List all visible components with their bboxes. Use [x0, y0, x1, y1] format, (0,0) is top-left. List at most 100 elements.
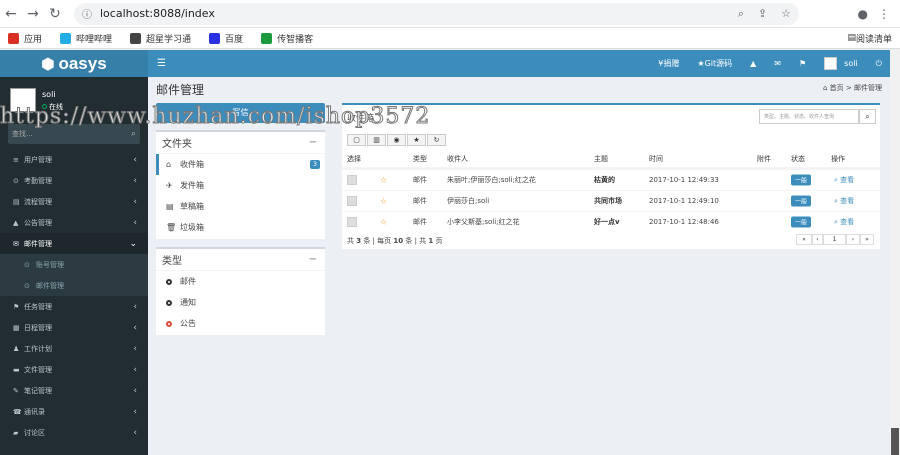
- view-link[interactable]: ⌕ 查看: [834, 217, 854, 227]
- sidebar-item[interactable]: ▰ 讨论区 ‹: [0, 422, 148, 443]
- sidebar-item-label: 讨论区: [24, 428, 45, 437]
- row-checkbox[interactable]: [347, 196, 357, 206]
- bookmark-icon: [261, 32, 273, 44]
- type-item[interactable]: 邮件: [156, 271, 325, 292]
- donate-link[interactable]: ¥捐赠: [658, 58, 679, 69]
- sidebar-toggle-icon[interactable]: ☰: [157, 58, 166, 69]
- circle-icon: [166, 278, 172, 285]
- folder-item[interactable]: ▤ 草稿箱: [156, 196, 325, 217]
- back-icon[interactable]: ←: [0, 6, 22, 22]
- sidebar-item-icon: ✉: [13, 239, 19, 248]
- sidebar-item[interactable]: ▬ 文件管理 ‹: [0, 359, 148, 380]
- row-subject[interactable]: 枯黄的: [594, 175, 615, 185]
- table-row[interactable]: ☆ 邮件 朱丽叶;伊丽莎白;soli;红之花 枯黄的 2017-10-1 12:49:3…: [342, 169, 880, 190]
- type-item[interactable]: 通知: [156, 292, 325, 313]
- row-subject[interactable]: 共同市场: [594, 196, 622, 206]
- sidebar-item[interactable]: ▤ 流程管理 ‹: [0, 191, 148, 212]
- next-page-button[interactable]: ›: [846, 234, 860, 245]
- page-number-input[interactable]: 1: [823, 234, 846, 245]
- bookmark-item[interactable]: 哔哩哔哩: [60, 32, 112, 45]
- table-row[interactable]: ☆ 邮件 伊丽莎白;soli 共同市场 2017-10-1 12:49:10 一般 ⌕ 查看: [342, 190, 880, 211]
- view-link[interactable]: ⌕ 查看: [834, 175, 854, 185]
- sidebar-item[interactable]: ≡ 用户管理 ‹: [0, 149, 148, 170]
- bookmark-item[interactable]: 传智播客: [261, 32, 313, 45]
- row-recipients: 朱丽叶;伊丽莎白;soli;红之花: [447, 176, 536, 184]
- sidebar-item[interactable]: ✉ 邮件管理 ⌄: [0, 233, 148, 254]
- view-label: 查看: [840, 218, 855, 226]
- refresh-button[interactable]: ↻: [427, 134, 446, 146]
- search-button[interactable]: ⌕: [859, 109, 876, 124]
- row-subject[interactable]: 好一点v: [594, 217, 620, 227]
- user-menu[interactable]: soli: [824, 57, 858, 70]
- forward-icon[interactable]: →: [22, 6, 44, 22]
- bookmark-star-icon[interactable]: ☆: [781, 7, 791, 21]
- logo-icon: ⬢: [41, 55, 55, 73]
- bell-icon[interactable]: ▲: [750, 59, 756, 68]
- prev-page-button[interactable]: ‹: [812, 234, 823, 245]
- sidebar-item-label: 用户管理: [24, 155, 52, 164]
- star-icon[interactable]: ☆: [380, 176, 387, 185]
- folder-item[interactable]: 🗑 垃圾箱: [156, 217, 325, 238]
- reload-icon[interactable]: ↻: [44, 6, 66, 22]
- row-checkbox[interactable]: [347, 175, 357, 185]
- view-link[interactable]: ⌕ 查看: [834, 196, 854, 206]
- avatar: [824, 57, 838, 70]
- info-icon[interactable]: ⓘ: [82, 6, 92, 21]
- first-page-button[interactable]: «: [796, 234, 812, 245]
- sidebar-subitem[interactable]: ⊙ 账号管理: [0, 254, 148, 275]
- sidebar-item[interactable]: ♟ 工作计划 ‹: [0, 338, 148, 359]
- type-item[interactable]: 公告: [156, 313, 325, 334]
- search-icon[interactable]: ⌕: [131, 129, 136, 139]
- inbox-search-input[interactable]: 类型、主题、状态、收件人查询: [759, 109, 859, 124]
- table-row[interactable]: ☆ 邮件 小李父斯基;soli;红之花 好一点v 2017-10-1 12:48:46 一…: [342, 211, 880, 232]
- app-header: ⬢ oasys ☰ ¥捐赠 ★Git源码 ▲ ✉ ⚑ soli ⏻: [0, 50, 890, 77]
- row-type: 邮件: [413, 218, 427, 226]
- status-badge: 一般: [791, 195, 812, 207]
- breadcrumb-current: 邮件管理: [854, 84, 882, 92]
- mark-read-button[interactable]: ◉: [387, 134, 406, 146]
- share-icon[interactable]: ⇪: [758, 7, 767, 21]
- reading-list[interactable]: ▤ 阅读清单: [847, 32, 892, 45]
- star-icon[interactable]: ☆: [380, 197, 387, 206]
- collapse-icon[interactable]: −: [309, 137, 317, 148]
- sidebar-item[interactable]: ⚑ 任务管理 ‹: [0, 296, 148, 317]
- page-scrollbar[interactable]: [890, 50, 900, 455]
- menu-icon[interactable]: ⋮: [878, 7, 890, 21]
- folder-item[interactable]: ⌂ 收件箱 3: [156, 154, 325, 175]
- bookmark-item[interactable]: 应用: [8, 32, 42, 45]
- power-icon[interactable]: ⏻: [876, 59, 882, 69]
- last-page-button[interactable]: »: [860, 234, 874, 245]
- chevron-left-icon: ‹: [133, 322, 137, 333]
- star-button[interactable]: ★: [407, 134, 426, 146]
- star-icon[interactable]: ☆: [380, 218, 387, 227]
- zoom-icon[interactable]: ⌕: [738, 7, 744, 21]
- bookmark-item[interactable]: 超星学习通: [130, 32, 191, 45]
- app-logo[interactable]: ⬢ oasys: [0, 50, 148, 77]
- profile-icon[interactable]: ●: [858, 7, 868, 21]
- bookmark-label: 百度: [225, 34, 244, 45]
- refresh-icon: ↻: [433, 136, 440, 144]
- collapse-icon[interactable]: −: [309, 254, 317, 265]
- sidebar-item[interactable]: ✎ 笔记管理 ‹: [0, 380, 148, 401]
- type-label: 邮件: [180, 277, 196, 286]
- trash-icon: ▥: [373, 136, 380, 144]
- sidebar-item[interactable]: ⊙ 考勤管理 ‹: [0, 170, 148, 191]
- scrollbar-thumb[interactable]: [891, 428, 899, 455]
- breadcrumb-home[interactable]: 首页: [830, 84, 844, 92]
- bookmark-item[interactable]: 百度: [209, 32, 243, 45]
- address-bar[interactable]: ⓘ localhost:8088/index ⌕ ⇪ ☆: [74, 2, 799, 25]
- folder-item[interactable]: ✈ 发件箱: [156, 175, 325, 196]
- flag-icon[interactable]: ⚑: [799, 59, 806, 68]
- delete-button[interactable]: ▥: [367, 134, 386, 146]
- select-all-button[interactable]: ▢: [347, 134, 366, 146]
- sidebar-item[interactable]: ▦ 日程管理 ‹: [0, 317, 148, 338]
- sidebar-subitem[interactable]: ⊙ 邮件管理: [0, 275, 148, 296]
- sidebar-item-label: 任务管理: [24, 302, 52, 311]
- sidebar-item[interactable]: ☎ 通讯录 ‹: [0, 401, 148, 422]
- bookmark-label: 哔哩哔哩: [76, 34, 113, 45]
- git-link[interactable]: ★Git源码: [697, 58, 732, 69]
- sidebar-item[interactable]: ▲ 公告管理 ‹: [0, 212, 148, 233]
- mail-icon[interactable]: ✉: [774, 59, 781, 68]
- row-checkbox[interactable]: [347, 217, 357, 227]
- chevron-down-icon: ⌄: [129, 238, 137, 249]
